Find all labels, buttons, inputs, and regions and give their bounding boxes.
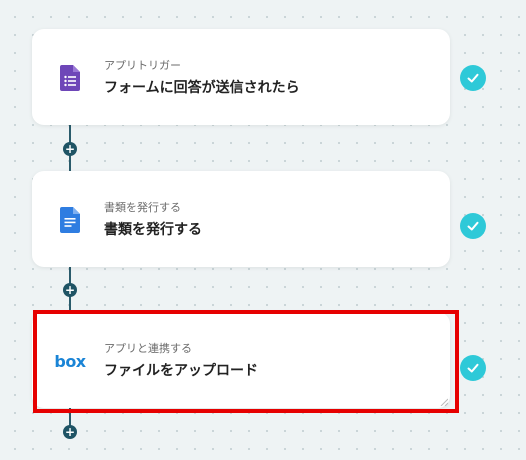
check-icon — [460, 65, 486, 91]
step-title: フォームに回答が送信されたら — [104, 80, 300, 96]
step-title: 書類を発行する — [104, 222, 202, 238]
highlight-frame — [33, 310, 459, 413]
add-step-button[interactable]: + — [63, 425, 77, 439]
step-subtitle: 書類を発行する — [104, 201, 181, 214]
check-icon — [460, 213, 486, 239]
step-subtitle: アプリトリガー — [104, 59, 181, 72]
add-step-button[interactable]: + — [63, 142, 77, 156]
google-forms-icon — [54, 63, 86, 93]
check-icon — [460, 355, 486, 381]
add-step-button[interactable]: + — [63, 283, 77, 297]
flow-step-card[interactable]: 書類を発行する 書類を発行する — [32, 171, 450, 267]
google-docs-icon — [54, 205, 86, 235]
flow-step-card[interactable]: アプリトリガー フォームに回答が送信されたら — [32, 29, 450, 125]
